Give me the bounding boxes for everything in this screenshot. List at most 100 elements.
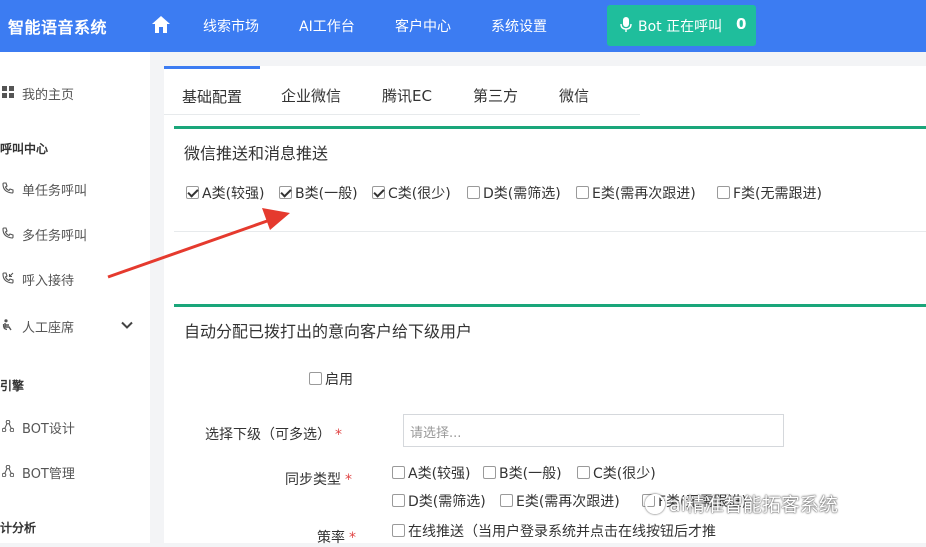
settings-tabs: 基础配置 企业微信 腾讯EC 第三方 微信	[164, 66, 926, 114]
wechat-option-f[interactable]: F类(无需跟进)	[717, 183, 822, 203]
wechat-option-d[interactable]: D类(需筛选)	[467, 183, 561, 203]
nav-item-leads-market[interactable]: 线索市场	[203, 16, 259, 36]
field-label: 同步类型	[285, 472, 341, 488]
checkbox[interactable]	[392, 524, 405, 537]
checkbox[interactable]	[577, 466, 590, 479]
nav-item-system-settings[interactable]: 系统设置	[491, 16, 547, 36]
option-label: 在线推送（当用户登录系统并点击在线按钮后才推	[408, 524, 716, 540]
sync-type-label: 同步类型 *	[285, 469, 352, 489]
sidebar-item-label: 人工座席	[22, 321, 75, 336]
seat-icon	[2, 319, 12, 331]
nodes-icon	[2, 465, 14, 477]
assign-section-border	[174, 304, 926, 307]
option-label: D类(需筛选)	[408, 494, 486, 510]
sidebar-item-label: 单任务呼叫	[22, 184, 88, 199]
nav-item-ai-workbench[interactable]: AI工作台	[299, 16, 355, 36]
checkbox[interactable]	[576, 186, 589, 199]
top-navbar: 智能语音系统 线索市场 AI工作台 客户中心 系统设置 Bot 正在呼叫 0	[0, 0, 926, 52]
checkbox-checked[interactable]	[186, 186, 199, 199]
subordinate-select[interactable]: 请选择...	[403, 414, 784, 447]
strategy-label: 策率 *	[317, 527, 356, 547]
sidebar-item-label: BOT管理	[22, 467, 75, 482]
checkbox[interactable]	[392, 494, 405, 507]
nav-item-customer-center[interactable]: 客户中心	[395, 16, 451, 36]
tab-tencent-ec[interactable]: 腾讯EC	[382, 66, 432, 114]
grid-icon	[2, 86, 14, 98]
sidebar-item-bot-design[interactable]: BOT设计	[0, 415, 150, 439]
microphone-icon	[620, 17, 632, 32]
option-label: A类(较强)	[202, 186, 265, 202]
field-label: 选择下级（可多选）	[205, 427, 331, 443]
sidebar-group-statistics: 计分析	[0, 521, 37, 535]
tab-basic-config[interactable]: 基础配置	[164, 66, 260, 114]
home-icon[interactable]	[150, 14, 172, 36]
option-label: B类(一般)	[295, 186, 358, 202]
wechat-option-c[interactable]: C类(很少)	[372, 183, 451, 203]
option-label: B类(一般)	[499, 466, 562, 482]
watermark-text: ai精准智能拓客系统	[669, 494, 838, 516]
option-label: D类(需筛选)	[483, 186, 561, 202]
divider	[174, 231, 926, 232]
sidebar-item-label: 我的主页	[22, 88, 75, 103]
option-label: E类(需再次跟进)	[592, 186, 696, 202]
bot-calling-button[interactable]: Bot 正在呼叫 0	[607, 5, 756, 46]
sidebar-item-manual-seat[interactable]: 人工座席	[0, 314, 150, 338]
option-label: C类(很少)	[388, 186, 451, 202]
sidebar-item-inbound-reception[interactable]: 呼入接待	[0, 267, 150, 291]
tab-divider	[164, 114, 640, 115]
sync-option-a[interactable]: A类(较强)	[392, 463, 471, 483]
enable-checkbox[interactable]: 启用	[309, 369, 353, 389]
checkbox-checked[interactable]	[372, 186, 385, 199]
phone-icon	[2, 227, 14, 239]
checkbox[interactable]	[467, 186, 480, 199]
option-label: A类(较强)	[408, 466, 471, 482]
sidebar-item-bot-management[interactable]: BOT管理	[0, 460, 150, 484]
required-mark: *	[349, 530, 356, 546]
wechat-option-b[interactable]: B类(一般)	[279, 183, 358, 203]
sidebar-group-engine: 引擎	[0, 379, 25, 393]
wechat-option-a[interactable]: A类(较强)	[186, 183, 265, 203]
tab-enterprise-wechat[interactable]: 企业微信	[281, 66, 341, 114]
phone-icon	[2, 182, 14, 194]
tab-third-party[interactable]: 第三方	[473, 66, 518, 114]
wechat-section-title: 微信推送和消息推送	[184, 144, 329, 163]
sidebar-item-label: 呼入接待	[22, 274, 75, 289]
bot-calling-label: Bot 正在呼叫	[638, 19, 723, 35]
chevron-down-icon	[121, 321, 133, 329]
wechat-option-e[interactable]: E类(需再次跟进)	[576, 183, 696, 203]
checkbox[interactable]	[717, 186, 730, 199]
strategy-option-online-push[interactable]: 在线推送（当用户登录系统并点击在线按钮后才推	[392, 521, 716, 541]
required-mark: *	[345, 472, 352, 488]
required-mark: *	[335, 427, 342, 443]
brand-title: 智能语音系统	[8, 18, 108, 37]
watermark: ai精准智能拓客系统	[645, 490, 838, 517]
checkbox[interactable]	[500, 494, 513, 507]
sidebar-group-call-center: 呼叫中心	[0, 142, 49, 156]
checkbox[interactable]	[309, 372, 322, 385]
sidebar-item-home[interactable]: 我的主页	[0, 81, 150, 105]
settings-panel: 基础配置 企业微信 腾讯EC 第三方 微信 微信推送和消息推送 A类(较强) B…	[164, 66, 926, 546]
sync-option-e[interactable]: E类(需再次跟进)	[500, 491, 620, 511]
bot-calling-count: 0	[736, 15, 747, 33]
assign-section-title: 自动分配已拨打出的意向客户给下级用户	[184, 322, 473, 341]
checkbox-checked[interactable]	[279, 186, 292, 199]
option-label: 启用	[325, 372, 353, 388]
sidebar-item-label: BOT设计	[22, 422, 75, 437]
main-content: 基础配置 企业微信 腾讯EC 第三方 微信 微信推送和消息推送 A类(较强) B…	[150, 52, 926, 546]
sync-option-b[interactable]: B类(一般)	[483, 463, 562, 483]
checkbox[interactable]	[483, 466, 496, 479]
select-subordinate-label: 选择下级（可多选） *	[205, 424, 342, 444]
option-label: C类(很少)	[593, 466, 656, 482]
phone-incoming-icon	[2, 272, 14, 284]
sync-option-d[interactable]: D类(需筛选)	[392, 491, 486, 511]
nodes-icon	[2, 420, 14, 432]
checkbox[interactable]	[392, 466, 405, 479]
sidebar-item-label: 多任务呼叫	[22, 229, 88, 244]
sidebar-item-multi-task-call[interactable]: 多任务呼叫	[0, 222, 150, 246]
sync-option-c[interactable]: C类(很少)	[577, 463, 656, 483]
sidebar: 我的主页 呼叫中心 单任务呼叫 多任务呼叫 呼入接待 人工座席 引擎 BOT设计…	[0, 52, 150, 543]
tab-wechat[interactable]: 微信	[559, 66, 589, 114]
sidebar-item-single-task-call[interactable]: 单任务呼叫	[0, 177, 150, 201]
wechat-section-border	[174, 126, 926, 129]
option-label: E类(需再次跟进)	[516, 494, 620, 510]
